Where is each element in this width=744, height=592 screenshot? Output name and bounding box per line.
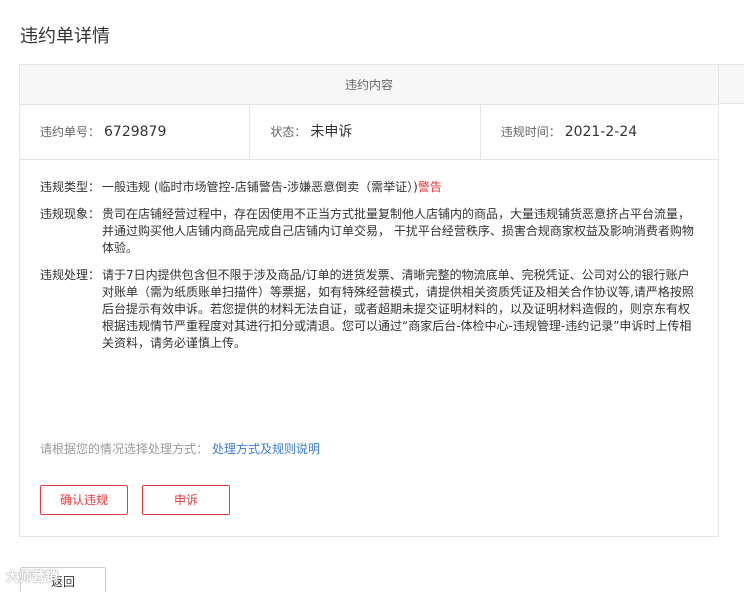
warning-badge: 警告 (417, 180, 442, 194)
violation-handling-line: 违规处理： 请于7日内提供包含但不限于涉及商品/订单的进货发票、清晰完整的物流底… (40, 267, 700, 352)
violation-time-label: 违规时间： (500, 125, 561, 139)
order-number-label: 违约单号： (40, 125, 101, 139)
watermark: 大师营销 (6, 570, 59, 585)
violation-handling-label: 违规处理： (40, 268, 101, 282)
order-number-value: 6729879 (104, 124, 167, 140)
violation-phenomenon-value: 贵司在店铺经营过程中，存在因使用不正当方式批量复制他人店铺内的商品，大量违规铺货… (102, 207, 694, 255)
rules-link[interactable]: 处理方式及规则说明 (212, 442, 320, 456)
violation-type-label: 违规类型： (40, 180, 101, 194)
panel-header: 违约内容 (20, 65, 718, 105)
violation-time-value: 2021-2-24 (564, 124, 638, 140)
info-row: 违约单号： 6729879 状态： 未申诉 违规时间： 2021-2-24 (20, 105, 718, 160)
order-number-cell: 违约单号： 6729879 (20, 105, 251, 159)
violation-detail: 违规类型： 一般违规 (临时市场管控-店铺警告-涉嫌恶意倒卖（需举证）)警告 违… (20, 160, 718, 352)
violation-phenomenon-label: 违规现象： (40, 207, 101, 221)
page-title: 违约单详情 (20, 26, 110, 47)
violation-phenomenon-line: 违规现象： 贵司在店铺经营过程中，存在因使用不正当方式批量复制他人店铺内的商品，… (40, 206, 700, 257)
handling-hint: 请根据您的情况选择处理方式： 处理方式及规则说明 (40, 440, 320, 457)
violation-panel: 违约内容 违约单号： 6729879 状态： 未申诉 违规时间： 2021-2-24 … (19, 64, 719, 537)
status-cell: 状态： 未申诉 (250, 105, 481, 159)
confirm-violation-button[interactable]: 确认违规 (40, 485, 128, 515)
appeal-button[interactable]: 申诉 (142, 485, 230, 515)
violation-type-value: 一般违规 (临时市场管控-店铺警告-涉嫌恶意倒卖（需举证）) (102, 180, 418, 194)
violation-handling-value: 请于7日内提供包含但不限于涉及商品/订单的进货发票、清晰完整的物流底单、完税凭证… (102, 268, 694, 350)
violation-type-line: 违规类型： 一般违规 (临时市场管控-店铺警告-涉嫌恶意倒卖（需举证）)警告 (40, 179, 700, 196)
status-label: 状态： (270, 125, 307, 139)
side-strip (719, 64, 744, 104)
violation-time-cell: 违规时间： 2021-2-24 (481, 105, 718, 159)
handling-hint-text: 请根据您的情况选择处理方式： (40, 442, 209, 456)
status-value: 未申诉 (310, 124, 353, 140)
